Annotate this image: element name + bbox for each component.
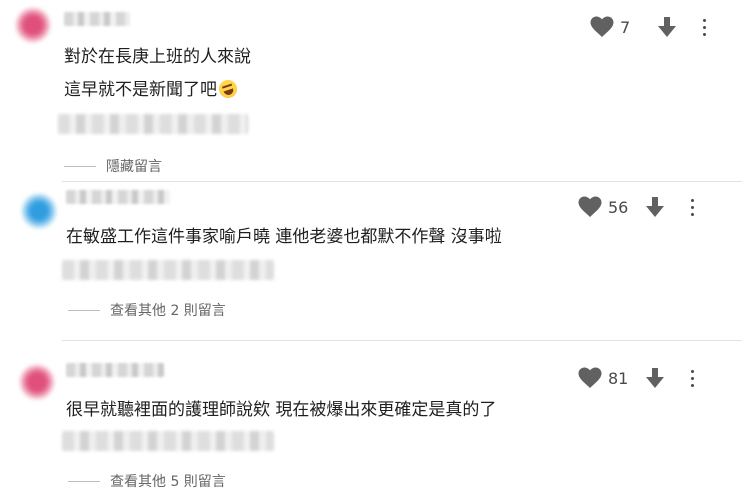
heart-icon[interactable]: [578, 367, 602, 389]
timestamp-blurred: [62, 431, 274, 451]
more-vertical-icon[interactable]: [684, 196, 700, 218]
more-vertical-icon[interactable]: [696, 16, 712, 38]
like-count: 56: [608, 197, 629, 217]
username-blurred[interactable]: [64, 12, 130, 26]
view-more-replies-button[interactable]: 查看其他 2 則留言: [68, 300, 226, 320]
arrow-down-icon[interactable]: [656, 16, 678, 38]
reply-toggle-label: 查看其他 5 則留言: [110, 474, 226, 490]
more-vertical-icon[interactable]: [684, 367, 700, 389]
divider-dash: [68, 309, 100, 311]
view-more-replies-button[interactable]: 查看其他 5 則留言: [68, 471, 226, 491]
comment-text-segment: 這早就不是新聞了吧: [64, 80, 217, 100]
reply-toggle-label: 查看其他 2 則留言: [110, 303, 226, 319]
comment-item: 對於在長庚上班的人來說 這早就不是新聞了吧 隱藏留言 7: [0, 0, 750, 180]
heart-icon[interactable]: [578, 196, 602, 218]
comment-text-line: 這早就不是新聞了吧: [64, 77, 240, 101]
divider-dash: [68, 480, 100, 482]
username-blurred[interactable]: [66, 363, 164, 377]
comment-actions: 56: [578, 196, 700, 218]
arrow-down-icon[interactable]: [644, 196, 666, 218]
comment-text-line: 很早就聽裡面的護理師說欸 現在被爆出來更確定是真的了: [66, 400, 497, 420]
rolling-on-floor-laughing-emoji-icon: [216, 77, 240, 101]
hide-replies-toggle[interactable]: 隱藏留言: [64, 156, 162, 176]
avatar[interactable]: [22, 194, 56, 228]
avatar[interactable]: [16, 8, 50, 42]
like-count: 81: [608, 368, 629, 388]
comment-item: 很早就聽裡面的護理師說欸 現在被爆出來更確定是真的了 查看其他 5 則留言 81: [0, 341, 750, 493]
comment-text-line: 在敏盛工作這件事家喻戶曉 連他老婆也都默不作聲 沒事啦: [66, 227, 502, 247]
comment-text-line: 對於在長庚上班的人來說: [64, 47, 251, 67]
comment-item: 在敏盛工作這件事家喻戶曉 連他老婆也都默不作聲 沒事啦 查看其他 2 則留言 5…: [0, 182, 750, 342]
divider-dash: [64, 165, 96, 167]
timestamp-blurred: [58, 114, 248, 134]
username-blurred[interactable]: [66, 190, 170, 204]
heart-icon[interactable]: [590, 16, 614, 38]
timestamp-blurred: [62, 260, 274, 280]
comment-actions: 7: [590, 16, 712, 38]
avatar[interactable]: [20, 365, 54, 399]
arrow-down-icon[interactable]: [644, 367, 666, 389]
comment-actions: 81: [578, 367, 700, 389]
reply-toggle-label: 隱藏留言: [106, 159, 162, 175]
like-count: 7: [620, 17, 631, 37]
